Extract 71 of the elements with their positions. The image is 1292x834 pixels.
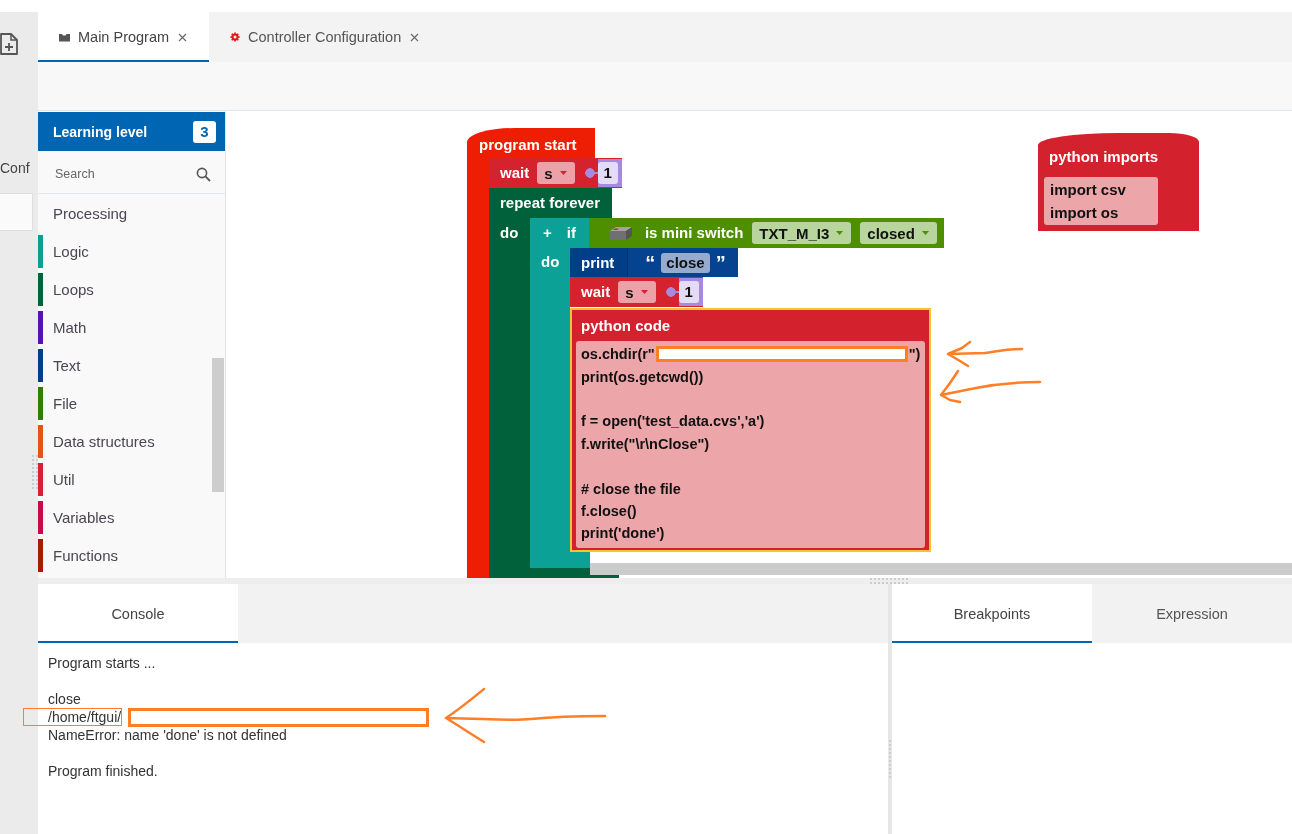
block-label: repeat forever xyxy=(500,194,601,212)
caret-icon xyxy=(559,171,567,175)
switch-icon xyxy=(608,225,633,241)
code-text: # close the file xyxy=(581,480,681,497)
code-text: f.close() xyxy=(581,502,637,519)
block-label: python code xyxy=(581,316,671,335)
caret-icon xyxy=(836,231,844,235)
panel-tab[interactable]: Console xyxy=(38,584,238,643)
console-line: close xyxy=(48,691,81,707)
state-dropdown[interactable]: closed xyxy=(860,222,937,244)
console-line: Program starts ... xyxy=(48,655,156,671)
caret-icon xyxy=(640,290,648,294)
close-icon[interactable] xyxy=(178,32,188,42)
code-text: f.write("\r\nClose") xyxy=(581,435,710,452)
search-icon[interactable] xyxy=(196,166,211,182)
code-text: import os xyxy=(1050,204,1119,221)
block-label: if xyxy=(566,224,576,242)
console-line: Program finished. xyxy=(48,763,158,779)
panel-tab[interactable]: Breakpoints xyxy=(892,584,1092,643)
code-text: import csv xyxy=(1050,181,1126,198)
block-label: do xyxy=(541,253,560,270)
category-item[interactable]: Loops xyxy=(53,280,94,298)
block-label: do xyxy=(500,224,519,241)
console-line: /home/ftgui/ xyxy=(48,709,122,725)
category-item[interactable]: Variables xyxy=(53,508,115,526)
category-item[interactable]: Data structures xyxy=(53,432,155,450)
text-field[interactable]: close xyxy=(661,252,710,273)
code-text: print(os.getcwd()) xyxy=(581,368,704,385)
horizontal-scrollbar[interactable] xyxy=(590,563,1292,575)
level-badge[interactable]: 3 xyxy=(193,120,216,143)
close-icon[interactable] xyxy=(410,32,420,42)
panel-tab[interactable]: Expression xyxy=(1092,584,1292,643)
console-line: NameError: name 'done' is not defined xyxy=(48,727,287,743)
code-field[interactable]: os.chdir(r" ") print(os.getcwd()) f = open('test_data.cvs','a') f.write("\r\nClose") # close the file f.close() print('done') xyxy=(576,341,926,548)
category-item[interactable]: Processing xyxy=(53,204,128,222)
scrollbar-thumb[interactable] xyxy=(212,358,224,492)
panel-label: Conf xyxy=(0,159,30,177)
panel-card xyxy=(0,193,33,231)
category-item[interactable]: Text xyxy=(53,356,81,374)
search-field[interactable]: Search xyxy=(55,162,190,186)
unit-dropdown[interactable]: s xyxy=(537,162,575,184)
quote-mark: “ xyxy=(645,252,656,273)
block-label: python imports xyxy=(1049,148,1159,165)
resize-grip-icon[interactable] xyxy=(870,578,908,584)
block-icon xyxy=(59,32,70,42)
category-item[interactable]: File xyxy=(53,394,78,412)
category-item[interactable]: Util xyxy=(53,470,75,488)
code-text: f = open('test_data.cvs','a') xyxy=(581,413,765,430)
caret-icon xyxy=(921,231,929,235)
block-label: wait xyxy=(581,283,611,301)
quote-mark: ” xyxy=(715,252,726,273)
code-text: os.chdir(r" xyxy=(581,346,655,363)
input-dropdown[interactable]: TXT_M_I3 xyxy=(752,222,852,244)
block-label: program start xyxy=(479,135,577,154)
code-field[interactable]: import csv import os xyxy=(1044,177,1159,225)
number-field[interactable]: 1 xyxy=(597,162,618,184)
category-item[interactable]: Functions xyxy=(53,546,119,564)
unit-dropdown[interactable]: s xyxy=(618,281,656,303)
block-label: wait xyxy=(500,164,530,182)
new-file-icon[interactable] xyxy=(0,33,18,55)
code-text: print('done') xyxy=(581,525,665,542)
block-label: is mini switch xyxy=(644,224,744,242)
category-item[interactable]: Math xyxy=(53,318,87,336)
gear-icon xyxy=(230,32,241,42)
block-label: print xyxy=(581,253,615,272)
resize-grip-icon[interactable] xyxy=(32,455,38,489)
category-item[interactable]: Logic xyxy=(53,242,89,260)
learning-level-title: Learning level xyxy=(53,123,148,140)
number-field[interactable]: 1 xyxy=(678,281,699,303)
code-text: ") xyxy=(908,346,921,363)
editor-tab[interactable]: Main Program xyxy=(38,12,210,62)
